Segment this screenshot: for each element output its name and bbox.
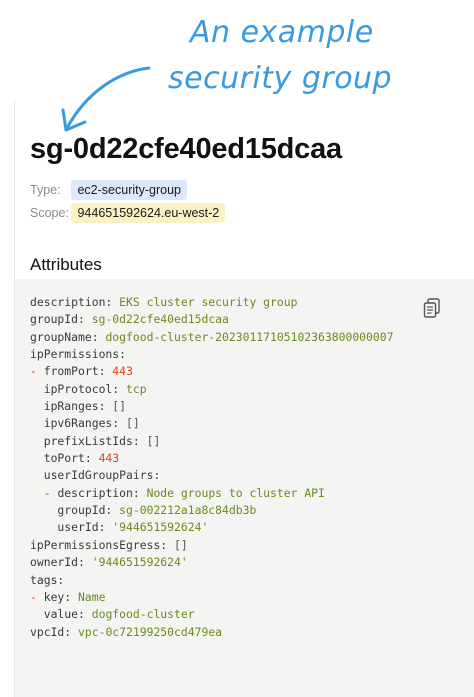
code-token: groupId: <box>30 503 120 518</box>
code-line: groupId: sg-002212a1a8c84db3b <box>30 502 393 519</box>
code-token: 443 <box>98 451 120 466</box>
code-token: ipPermissionsEgress: <box>30 537 175 552</box>
code-token: vpc-0c72199250cd479ea <box>78 624 223 639</box>
clipboard-copy-icon[interactable] <box>422 298 442 320</box>
code-line: - key: Name <box>30 589 393 606</box>
scope-badge: 944651592624.eu-west-2 <box>71 203 226 223</box>
code-token: ipPermissions: <box>30 347 127 362</box>
code-token: Name <box>78 589 106 604</box>
code-token: userIdGroupPairs: <box>30 468 161 483</box>
attributes-yaml: description: EKS cluster security group g… <box>30 294 393 641</box>
code-token: ipRanges: <box>30 399 113 414</box>
code-token: tcp <box>126 381 147 396</box>
code-token: ipProtocol: <box>30 381 127 396</box>
code-token: key: <box>43 589 79 604</box>
scope-label: Scope: <box>30 206 69 220</box>
code-line: ownerId: '944651592624' <box>30 554 393 571</box>
code-token: groupId: <box>30 312 92 327</box>
code-token: dogfood-cluster <box>91 607 195 622</box>
attributes-heading: Attributes <box>30 255 102 274</box>
code-token: dogfood-cluster-202301171051023638000000… <box>105 329 394 344</box>
code-token: userId: <box>30 520 113 535</box>
code-token: [] <box>112 399 127 414</box>
code-token: sg-0d22cfe40ed15dcaa <box>91 312 229 327</box>
code-line: ipProtocol: tcp <box>30 381 393 398</box>
code-line: ipv6Ranges: [] <box>30 415 393 432</box>
annotation-line-2: security group <box>168 61 393 96</box>
code-token: [] <box>174 537 188 552</box>
code-token: fromPort: <box>43 364 113 379</box>
code-line: tags: <box>30 572 393 589</box>
code-line: ipPermissionsEgress: [] <box>30 537 393 554</box>
handwritten-annotation: An example security group <box>168 10 466 102</box>
scope-row: Scope: 944651592624.eu-west-2 <box>30 203 226 223</box>
code-line: description: EKS cluster security group <box>30 294 393 311</box>
code-line: userIdGroupPairs: <box>30 467 393 484</box>
code-line: - description: Node groups to cluster AP… <box>30 485 393 502</box>
code-token: [] <box>126 416 140 431</box>
code-line: - fromPort: 443 <box>30 363 393 380</box>
code-token: [] <box>146 433 161 448</box>
code-token: value: <box>30 607 92 622</box>
code-line: ipPermissions: <box>30 346 393 363</box>
code-token: 443 <box>112 364 133 379</box>
code-line: groupName: dogfood-cluster-2023011710510… <box>30 329 393 346</box>
code-token: sg-002212a1a8c84db3b <box>119 503 257 518</box>
code-token: - <box>30 364 44 379</box>
code-token: toPort: <box>30 451 99 466</box>
code-token: Node groups to cluster API <box>146 485 325 500</box>
code-token: vpcId: <box>30 624 79 639</box>
code-token: prefixListIds: <box>30 433 147 448</box>
type-label: Type: <box>30 183 61 197</box>
type-row: Type: ec2-security-group <box>30 180 187 200</box>
code-token: tags: <box>30 572 65 587</box>
code-token: ipv6Ranges: <box>30 416 127 431</box>
code-token: - <box>30 589 44 604</box>
annotation-line-1: An example <box>190 15 374 50</box>
code-token: '944651592624' <box>91 555 188 570</box>
code-token: '944651592624' <box>112 520 209 535</box>
annotation-arrow-icon <box>61 66 151 132</box>
code-token: description: <box>57 485 147 500</box>
code-line: ipRanges: [] <box>30 398 393 415</box>
code-line: value: dogfood-cluster <box>30 606 393 623</box>
type-badge: ec2-security-group <box>71 180 187 200</box>
code-line: groupId: sg-0d22cfe40ed15dcaa <box>30 311 393 328</box>
page-title: sg-0d22cfe40ed15dcaa <box>30 133 342 165</box>
code-token: groupName: <box>30 329 106 344</box>
code-line: userId: '944651592624' <box>30 519 393 536</box>
code-token: ownerId: <box>30 555 92 570</box>
code-line: prefixListIds: [] <box>30 433 393 450</box>
code-line: toPort: 443 <box>30 450 393 467</box>
code-line: vpcId: vpc-0c72199250cd479ea <box>30 624 393 641</box>
code-token: description: <box>30 295 120 309</box>
code-token: EKS cluster security group <box>119 295 298 309</box>
code-token: - <box>43 485 58 500</box>
